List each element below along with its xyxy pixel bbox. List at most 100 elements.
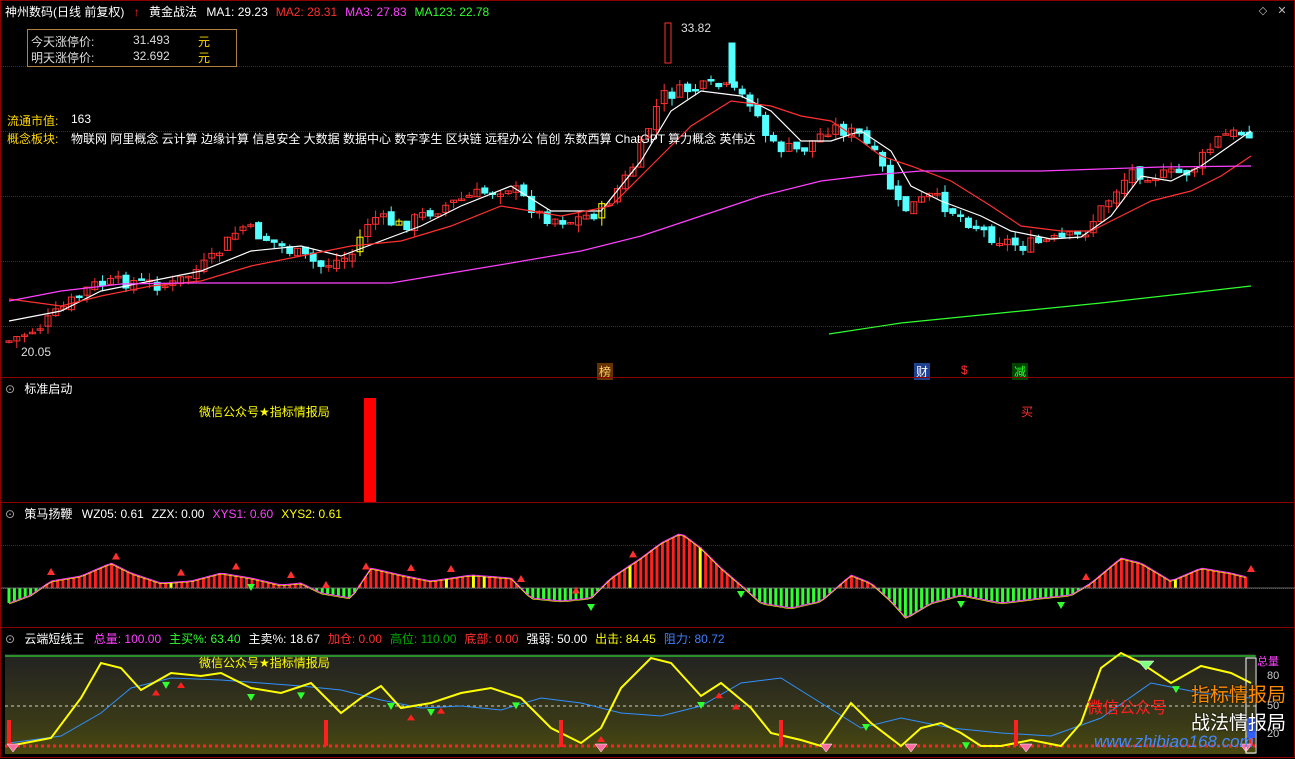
panel4-header: ⊙ 云端短线王 总量: 100.00主买%: 63.40主卖%: 18.67加仓… [5,630,739,647]
histogram-bar [504,578,507,588]
histogram-bar [13,588,16,601]
histogram-bar [683,535,686,588]
histogram-bar [693,543,696,588]
overlay-left-text: 微信公众号 [1087,694,1167,718]
panel4-value-4: 高位: 110.00 [390,632,456,646]
up-arrow-icon [407,564,415,571]
histogram-bar [904,588,907,617]
limit-price-box: 今天涨停价: 31.493 元 明天涨停价: 32.692 元 [27,29,237,67]
today-limit-unit: 元 [198,33,210,50]
histogram-bar [1185,574,1188,588]
ma-value-0: MA1: 29.23 [206,5,267,19]
up-arrow-icon: ↑ [134,5,140,19]
restore-icon[interactable]: ◇ [1257,5,1269,17]
candle-body [887,165,893,189]
candle-body [770,135,776,140]
histogram-bar [1244,577,1247,588]
site-watermark: www.zhibiao168.com [1094,732,1254,752]
collapse-icon[interactable]: ⊙ [5,382,15,396]
standard-start-panel[interactable]: ⊙ 标准启动 微信公众号★指标情报局 买 [0,377,1295,503]
diamond-icon [595,744,607,752]
histogram-bar [774,588,777,605]
panel2-watermark: 微信公众号★指标情报局 [199,403,330,420]
dividend-marker[interactable]: $ [959,363,970,377]
down-arrow-icon [247,584,255,591]
down-arrow-icon [957,601,965,608]
up-arrow-icon [629,550,637,557]
concept-label: 概念板块: [7,130,58,147]
candle-body [692,89,698,91]
histogram-bar [224,574,227,588]
histogram-bar [1034,588,1037,599]
ma1-line [9,91,1251,321]
candle-body [965,218,971,227]
candle-body [903,197,909,211]
ma-value-2: MA3: 27.83 [345,5,406,19]
panel4-value-1: 主买%: 63.40 [169,632,240,646]
histogram-bar [402,575,405,588]
histogram-bar [553,588,556,600]
histogram-bar [78,576,81,588]
histogram-bar [105,565,108,588]
candle-body [802,148,808,151]
up-arrow-icon [287,571,295,578]
histogram-bar [1120,558,1123,588]
histogram-bar [634,562,637,588]
histogram-bar [1158,574,1161,588]
candle-body [716,83,722,86]
candle-body [1059,233,1065,237]
histogram-bar [89,572,92,588]
histogram-bar [1007,588,1010,602]
cloud-shortline-panel[interactable]: ⊙ 云端短线王 总量: 100.00主买%: 63.40主卖%: 18.67加仓… [0,627,1295,758]
kline-panel[interactable]: 神州数码(日线 前复权) ↑ 黄金战法 MA1: 29.23MA2: 28.31… [0,0,1295,378]
ma123-line [829,286,1251,334]
histogram-bar [1233,574,1236,588]
histogram-bar [332,588,335,595]
down-arrow-icon [1172,686,1180,693]
histogram-bar [769,588,772,605]
histogram-bar [1050,588,1053,597]
up-arrow-icon [715,692,723,698]
diamond-icon [905,744,917,752]
close-icon[interactable]: ✕ [1276,5,1288,17]
histogram-bar [1223,572,1226,588]
histogram-bar [1109,567,1112,588]
histogram-bar [477,576,480,588]
histogram-bar [83,574,86,588]
histogram-bar [126,571,129,588]
up-arrow-icon [572,587,580,594]
histogram-bar [650,550,653,588]
histogram-bar [963,588,966,596]
histogram-bar [483,576,486,588]
histogram-bar [569,588,572,600]
histogram-bar [1136,562,1139,588]
candle-body [989,227,995,243]
histogram-bar [337,588,340,596]
buy-signal-label: 买 [1021,403,1033,420]
histogram-bar [380,570,383,588]
histogram-bar [1028,588,1031,599]
histogram-bar [958,588,961,595]
histogram-bar [245,577,248,588]
histogram-bar [1190,572,1193,588]
collapse-icon[interactable]: ⊙ [5,507,15,521]
histogram-bar [234,575,237,588]
cemayangbian-panel[interactable]: ⊙ 策马扬鞭 WZ05: 0.61ZZX: 0.00XYS1: 0.60XYS2… [0,502,1295,628]
ma-value-3: MA123: 22.78 [415,5,490,19]
panel3-title[interactable]: 策马扬鞭 [24,507,72,521]
histogram-bar [639,558,642,588]
panel2-header: ⊙ 标准启动 [5,380,78,397]
panel4-title[interactable]: 云端短线王 [24,632,84,646]
candle-body [958,215,964,217]
indicator-name[interactable]: 黄金战法 [149,5,197,19]
stock-name[interactable]: 神州数码(日线 前复权) [5,5,124,19]
histogram-bar [990,588,993,601]
panel2-title[interactable]: 标准启动 [24,382,72,396]
histogram-bar [1217,571,1220,588]
histogram-bar [764,588,767,604]
candle-body [1036,238,1042,243]
collapse-icon[interactable]: ⊙ [5,632,15,646]
candle-body [263,236,269,240]
histogram-bar [1212,570,1215,588]
histogram-bar [629,565,632,588]
